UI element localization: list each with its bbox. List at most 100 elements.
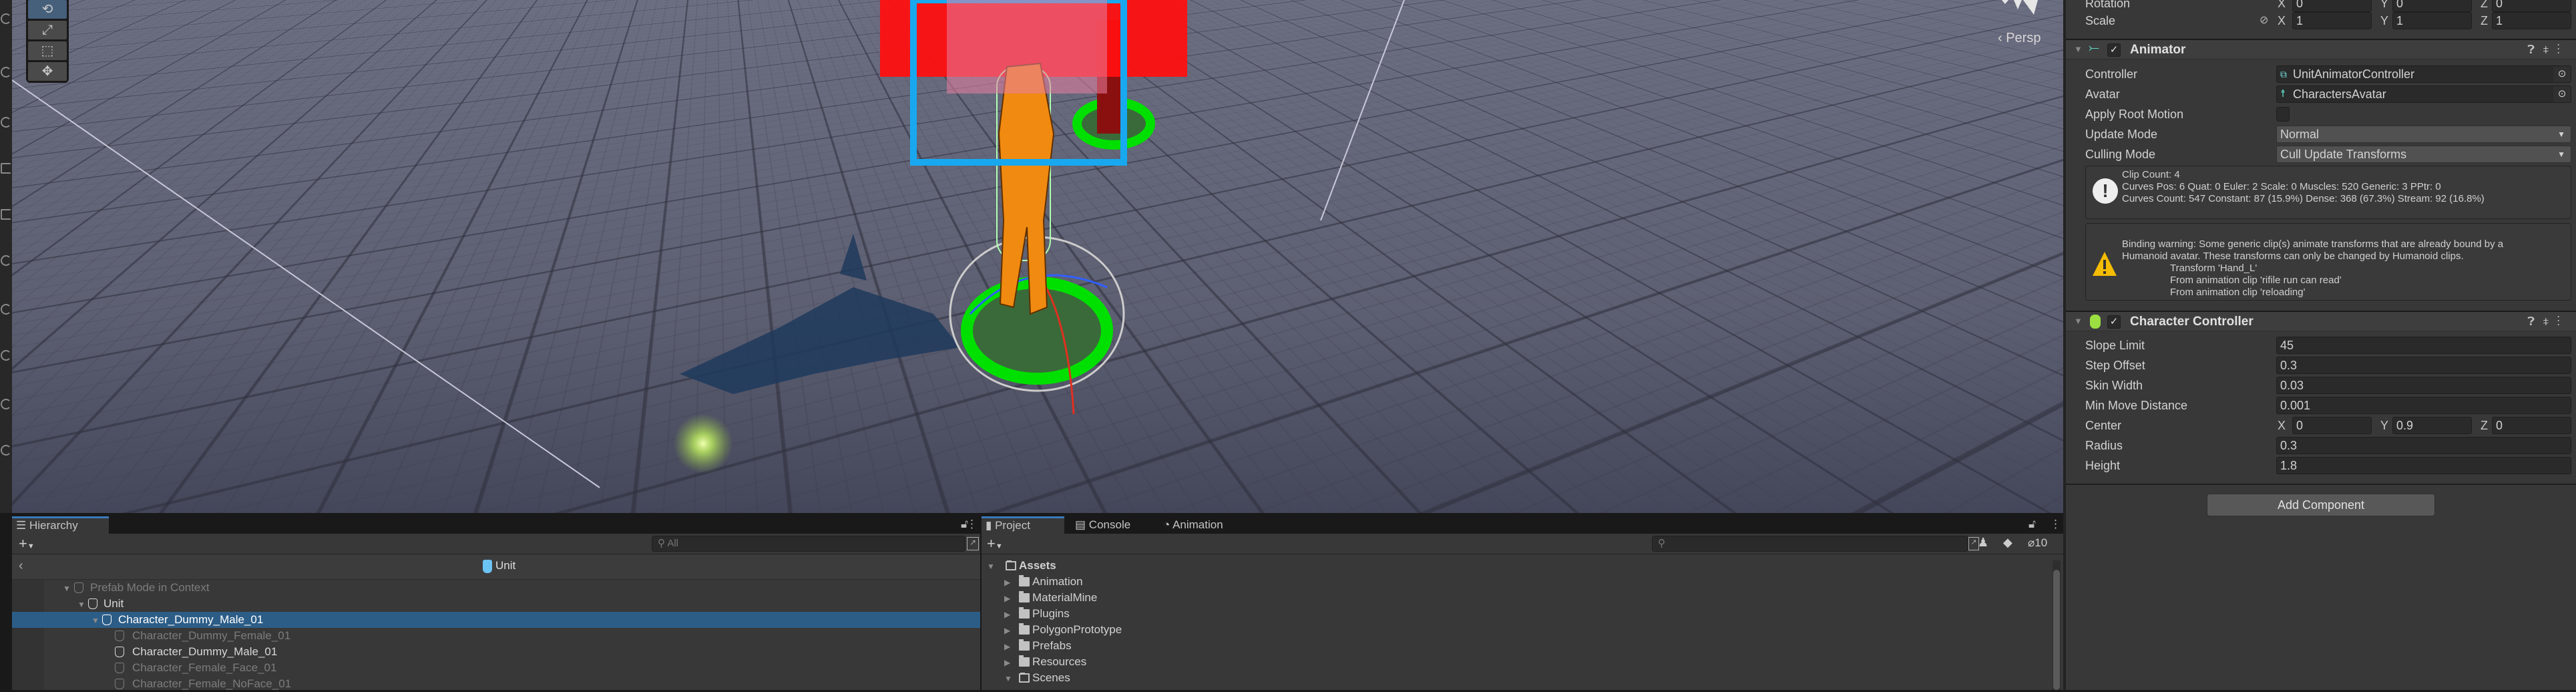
filter-by-type-icon[interactable]: ♟	[1978, 536, 1988, 550]
timer-tool-icon[interactable]	[1, 255, 11, 266]
kebab-menu-icon[interactable]: ⋮	[2557, 315, 2569, 328]
csharp-tool-icon[interactable]	[1, 399, 11, 409]
expand-triangle-icon[interactable]: ▼	[987, 558, 995, 574]
radius-field[interactable]: 0.3	[2276, 437, 2571, 454]
kebab-menu-icon[interactable]: ⋮	[966, 518, 978, 531]
project-folder-row[interactable]: ▼ Scenes	[982, 670, 2050, 686]
project-folder-row[interactable]: ▶ Animation	[982, 574, 2050, 590]
collapse-triangle-icon[interactable]: ▶	[1004, 590, 1010, 607]
project-folder-row[interactable]: ▶ Plugins	[982, 606, 2050, 622]
back-arrow-icon[interactable]: ‹	[19, 558, 23, 574]
warning-icon	[2093, 252, 2117, 276]
expand-triangle-icon[interactable]: ▼	[91, 613, 99, 629]
presets-icon[interactable]: ⧧	[2543, 43, 2557, 56]
kebab-menu-icon[interactable]: ⋮	[2050, 518, 2061, 531]
hierarchy-row[interactable]: Character_Dummy_Male_01	[12, 644, 980, 660]
breadcrumb-title[interactable]: Unit	[495, 559, 515, 572]
hidden-packages-toggle[interactable]: ⌀10	[2028, 536, 2047, 550]
debug-tool-icon[interactable]	[1, 117, 11, 128]
object-picker-icon[interactable]: ⊙	[2553, 66, 2571, 82]
min-move-distance-field[interactable]: 0.001	[2276, 397, 2571, 414]
project-folder-row[interactable]: ▶ MaterialMine	[982, 590, 2050, 606]
scale-tool-button[interactable]: ⤢	[28, 21, 67, 39]
chevron-left-icon: ‹	[1998, 31, 2006, 45]
scale-x-field[interactable]: 1	[2292, 12, 2372, 29]
slope-limit-field[interactable]: 45	[2276, 337, 2571, 354]
create-button[interactable]: +▼	[19, 535, 35, 552]
rotation-y-field[interactable]: 0	[2392, 0, 2472, 12]
presets-icon[interactable]: ⧧	[2543, 315, 2557, 328]
search-tool-icon[interactable]	[1, 13, 11, 24]
create-button[interactable]: +▼	[987, 535, 1003, 552]
scale-y-field[interactable]: 1	[2392, 12, 2472, 29]
project-folder-row[interactable]: ▼ Assets	[982, 558, 2050, 574]
tab-project[interactable]: ▮ Project	[982, 516, 1064, 534]
hierarchy-row[interactable]: Character_Female_NoFace_01	[12, 676, 980, 692]
character-controller-header[interactable]: ▼ ✓ Character Controller ❓︎⧧⋮	[2066, 311, 2576, 331]
layout-tool-icon[interactable]	[1, 163, 11, 174]
update-mode-dropdown[interactable]: Normal ▼	[2276, 126, 2571, 143]
culling-mode-dropdown[interactable]: Cull Update Transforms ▼	[2276, 146, 2571, 163]
help-icon[interactable]: ❓︎	[2527, 315, 2543, 328]
avatar-field[interactable]: ☨ CharactersAvatar ⊙	[2276, 85, 2571, 103]
monitor-tool-icon[interactable]	[1, 209, 11, 220]
project-scrollbar[interactable]	[2053, 560, 2061, 690]
scrollbar-thumb[interactable]	[2053, 570, 2060, 690]
tab-hierarchy[interactable]: ☰ Hierarchy	[12, 516, 109, 534]
collapse-triangle-icon[interactable]: ▶	[1004, 655, 1010, 671]
github-tool-icon[interactable]	[1, 445, 11, 456]
rotate-tool-button[interactable]: ⟲	[28, 0, 67, 19]
hierarchy-row[interactable]: ▼ Character_Dummy_Male_01	[12, 612, 980, 628]
kebab-menu-icon[interactable]: ⋮	[2557, 43, 2569, 56]
expand-triangle-icon[interactable]: ▼	[63, 580, 71, 596]
expand-triangle-icon[interactable]: ▼	[77, 596, 85, 613]
projection-toggle[interactable]: ‹ Persp	[1998, 31, 2041, 46]
add-component-button[interactable]: Add Component	[2207, 494, 2435, 516]
scene-view[interactable]: ⟲ ⤢ ⬚ ✥ ‹ Persp	[12, 0, 2063, 513]
signal-tool-icon[interactable]	[1, 304, 11, 315]
collapse-triangle-icon[interactable]: ▶	[1004, 607, 1010, 623]
project-search-input[interactable]: ⚲	[1652, 536, 1968, 552]
rotation-z-field[interactable]: 0	[2492, 0, 2571, 12]
close-tool-icon[interactable]	[1, 350, 11, 361]
project-folder-row[interactable]: ▶ PolygonPrototype	[982, 622, 2050, 638]
project-folder-row[interactable]: ▶ Prefabs	[982, 638, 2050, 654]
project-folder-row[interactable]: ▶ Resources	[982, 654, 2050, 670]
collapse-triangle-icon[interactable]: ▼	[2074, 316, 2083, 326]
animator-header[interactable]: ▼ ⤚ ✓ Animator ❓︎⧧⋮	[2066, 39, 2576, 59]
center-y-field[interactable]: 0.9	[2392, 417, 2472, 434]
hierarchy-row[interactable]: Character_Dummy_Female_01	[12, 628, 980, 644]
tab-console[interactable]: ▤ Console	[1071, 516, 1130, 534]
rect-tool-button[interactable]: ⬚	[28, 41, 67, 60]
center-x-field[interactable]: 0	[2292, 417, 2372, 434]
help-icon[interactable]: ❓︎	[2527, 43, 2543, 56]
expand-triangle-icon[interactable]: ▼	[1004, 671, 1012, 687]
controller-field[interactable]: ⧉ UnitAnimatorController ⊙	[2276, 65, 2571, 83]
object-picker-icon[interactable]: ⊙	[2553, 86, 2571, 102]
collapse-triangle-icon[interactable]: ▶	[1004, 639, 1010, 655]
lock-icon[interactable]: 🔓︎	[2028, 518, 2036, 531]
scene-picker-icon[interactable]: ↗	[967, 537, 979, 550]
hierarchy-search-input[interactable]: ⚲ All	[652, 536, 965, 552]
step-offset-field[interactable]: 0.3	[2276, 357, 2571, 374]
hierarchy-tool-icon[interactable]	[1, 67, 11, 77]
center-z-field[interactable]: 0	[2492, 417, 2571, 434]
orientation-gizmo[interactable]	[1995, 0, 2049, 20]
transform-tool-button[interactable]: ✥	[28, 62, 67, 81]
collapse-triangle-icon[interactable]: ▶	[1004, 623, 1010, 639]
collapse-triangle-icon[interactable]: ▼	[2074, 44, 2083, 54]
rotation-x-field[interactable]: 0	[2292, 0, 2372, 12]
apply-root-motion-checkbox[interactable]	[2276, 107, 2290, 122]
tab-animation[interactable]: ◔ Animation	[1159, 516, 1223, 534]
constrain-proportions-icon[interactable]: ⊘	[2260, 12, 2268, 29]
hierarchy-row[interactable]: ▼ Unit	[12, 596, 980, 612]
hierarchy-row[interactable]: Character_Female_Face_01	[12, 660, 980, 676]
skin-width-field[interactable]: 0.03	[2276, 377, 2571, 394]
filter-by-label-icon[interactable]: ◆	[2003, 536, 2012, 550]
collapse-triangle-icon[interactable]: ▶	[1004, 574, 1010, 590]
hierarchy-row[interactable]: ▼ Prefab Mode in Context	[12, 580, 980, 596]
scale-z-field[interactable]: 1	[2492, 12, 2571, 29]
character-controller-enabled-checkbox[interactable]: ✓	[2107, 315, 2121, 329]
animator-enabled-checkbox[interactable]: ✓	[2107, 43, 2121, 57]
height-field[interactable]: 1.8	[2276, 457, 2571, 474]
